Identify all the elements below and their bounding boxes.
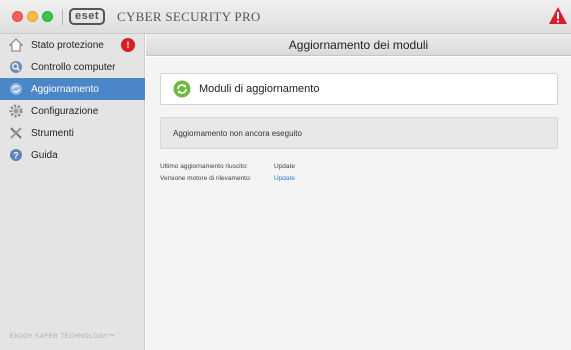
sidebar-item-stato-protezione[interactable]: Stato protezione ! [0, 34, 145, 56]
sidebar-tagline: ENJOY SAFER TECHNOLOGY™ [10, 334, 115, 340]
update-status-text: Aggiornamento non ancora eseguito [173, 128, 302, 138]
sidebar-item-configurazione[interactable]: Configurazione [0, 100, 145, 122]
help-icon: ? [9, 148, 23, 162]
page-title: Aggiornamento dei moduli [146, 34, 571, 56]
update-status-panel: Aggiornamento non ancora eseguito [160, 117, 558, 149]
eset-logo: eset [69, 8, 106, 25]
gear-icon [9, 104, 23, 118]
title-bar: eset CYBER SECURITY PRO [0, 0, 571, 34]
sidebar-item-label: Controllo computer [31, 61, 116, 73]
update-modules-button[interactable]: Moduli di aggiornamento [160, 73, 558, 105]
sidebar-item-label: Configurazione [31, 105, 99, 117]
sidebar-item-label: Aggiornamento [31, 83, 99, 95]
sidebar-item-label: Stato protezione [31, 39, 104, 51]
maximize-window-button[interactable] [42, 11, 53, 22]
update-modules-label: Moduli di aggiornamento [199, 83, 320, 95]
sidebar: Stato protezione ! Controllo computer Ag… [0, 34, 145, 350]
refresh-icon [173, 80, 191, 98]
warning-icon[interactable] [548, 6, 568, 26]
svg-text:?: ? [13, 151, 19, 161]
engine-version-link[interactable]: Update [274, 175, 295, 182]
last-update-label: Ultimo aggiornamento riuscito: [160, 163, 248, 170]
sidebar-item-label: Guida [31, 149, 58, 161]
sidebar-item-strumenti[interactable]: Strumenti [0, 122, 145, 144]
home-icon [9, 38, 23, 52]
sidebar-item-controllo-computer[interactable]: Controllo computer [0, 56, 145, 78]
tools-icon [9, 126, 23, 140]
update-icon [9, 82, 23, 96]
sidebar-item-label: Strumenti [31, 127, 74, 139]
scan-icon [9, 60, 23, 74]
app-title: CYBER SECURITY PRO [117, 9, 261, 24]
engine-version-row: Versione motore di rilevamento: Update [160, 175, 295, 182]
minimize-window-button[interactable] [27, 11, 38, 22]
last-update-value: Update [274, 163, 295, 170]
engine-version-label: Versione motore di rilevamento: [160, 175, 252, 182]
main-content: Moduli di aggiornamento Aggiornamento no… [146, 57, 571, 350]
title-separator [62, 9, 63, 25]
last-update-row: Ultimo aggiornamento riuscito: Update [160, 163, 295, 170]
sidebar-item-aggiornamento[interactable]: Aggiornamento [0, 78, 145, 100]
close-window-button[interactable] [12, 11, 23, 22]
sidebar-item-guida[interactable]: ? Guida [0, 144, 145, 166]
alert-badge: ! [121, 38, 135, 52]
